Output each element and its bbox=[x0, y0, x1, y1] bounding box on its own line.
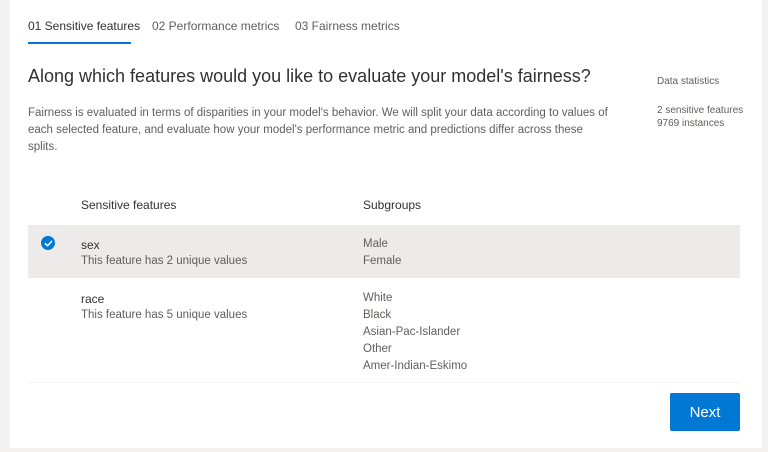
subgroup-value: Asian-Pac-Islander bbox=[363, 326, 461, 338]
feature-name: race bbox=[81, 292, 105, 306]
subgroup-value: White bbox=[363, 292, 393, 304]
feature-name: sex bbox=[81, 238, 100, 252]
subgroups-column-header: Subgroups bbox=[363, 198, 422, 212]
tab-performance-metrics[interactable]: 02 Performance metrics bbox=[152, 18, 279, 34]
feature-detail: This feature has 2 unique values bbox=[81, 255, 248, 267]
feature-row-sex[interactable]: sex This feature has 2 unique values Mal… bbox=[28, 225, 740, 278]
subgroup-value: Male bbox=[363, 238, 388, 250]
feature-detail: This feature has 5 unique values bbox=[81, 309, 248, 321]
feature-row-race[interactable]: race This feature has 5 unique values Wh… bbox=[28, 279, 740, 382]
checkmark-circle-icon[interactable] bbox=[41, 236, 55, 250]
next-button[interactable]: Next bbox=[670, 393, 740, 431]
wizard-panel: 01 Sensitive features 02 Performance met… bbox=[10, 0, 762, 448]
feature-column-header: Sensitive features bbox=[81, 198, 177, 212]
data-statistics-label: Data statistics bbox=[657, 76, 720, 87]
sensitive-features-count: 2 sensitive features bbox=[657, 105, 744, 116]
footer-divider bbox=[28, 382, 740, 383]
page-title: Along which features would you like to e… bbox=[28, 66, 591, 86]
page-description: Fairness is evaluated in terms of dispar… bbox=[28, 107, 608, 153]
subgroup-value: Female bbox=[363, 255, 402, 267]
tab-sensitive-features[interactable]: 01 Sensitive features bbox=[28, 18, 140, 34]
subgroup-value: Black bbox=[363, 309, 392, 321]
subgroup-value: Amer-Indian-Eskimo bbox=[363, 360, 468, 372]
subgroup-value: Other bbox=[363, 343, 392, 355]
instances-count: 9769 instances bbox=[657, 118, 725, 129]
active-tab-indicator bbox=[28, 42, 131, 44]
tab-fairness-metrics[interactable]: 03 Fairness metrics bbox=[295, 18, 400, 34]
